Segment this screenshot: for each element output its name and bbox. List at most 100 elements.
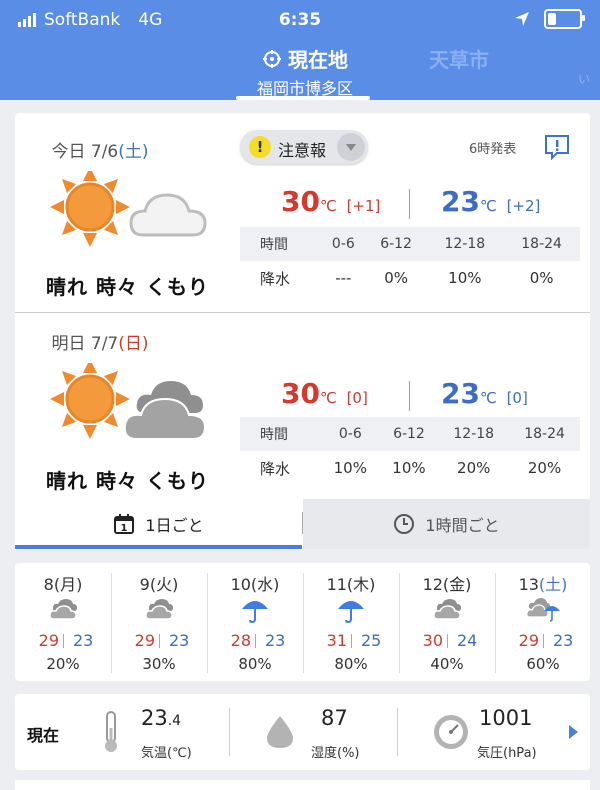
week-high: 31 bbox=[326, 631, 347, 650]
today-precip-table: 時間 0-6 6-12 12-18 18-24 降水 --- 0% 10% 0% bbox=[240, 227, 580, 295]
current-conditions[interactable]: 現在 23.4 気温(℃) 87 湿度(%) 1001 気圧(hPa) bbox=[15, 694, 590, 770]
week-day-col[interactable]: 9(火) 29 23 30% bbox=[111, 563, 207, 681]
rain-cell: 0% bbox=[384, 269, 408, 287]
cloudy-icon bbox=[49, 599, 77, 620]
tomorrow-min-unit: ℃ bbox=[479, 389, 497, 407]
week-weekday: (水) bbox=[250, 575, 280, 594]
week-weekday: (木) bbox=[346, 575, 376, 594]
water-drop-icon bbox=[267, 716, 293, 748]
week-weekday: (火) bbox=[149, 575, 179, 594]
period-cell: 18-24 bbox=[503, 227, 580, 261]
week-day-number: 11 bbox=[326, 575, 347, 594]
tomorrow-min-temp: 23℃ [0] bbox=[441, 377, 528, 410]
cloudy-icon bbox=[433, 599, 461, 620]
week-day-col[interactable]: 10(水) 28 23 80% bbox=[207, 563, 303, 681]
period-cell: 18-24 bbox=[509, 417, 580, 451]
time-label: 時間 bbox=[240, 227, 321, 261]
pressure-label: 気圧(hPa) bbox=[477, 746, 537, 761]
week-weekday: (土) bbox=[538, 575, 568, 594]
week-day-col[interactable]: 12(金) 30 24 40% bbox=[399, 563, 495, 681]
today-max-value: 30 bbox=[281, 185, 320, 218]
current-divider bbox=[229, 708, 230, 756]
week-date: 11(木) bbox=[303, 571, 399, 595]
week-day-number: 13 bbox=[518, 575, 539, 594]
today-min-diff: [+2] bbox=[506, 197, 541, 215]
week-high: 28 bbox=[230, 631, 251, 650]
week-day-number: 10 bbox=[230, 575, 251, 594]
chevron-down-icon bbox=[337, 133, 365, 161]
app-header: SoftBank 4G 6:35 現在地 福岡市博多区 天草市 い bbox=[0, 0, 600, 100]
week-pop: 20% bbox=[46, 655, 80, 673]
week-high: 29 bbox=[134, 631, 155, 650]
temp-separator bbox=[543, 634, 544, 648]
tomorrow-label: 明日 bbox=[51, 334, 86, 354]
week-day-col[interactable]: 13(土) 29 23 60% bbox=[495, 563, 591, 681]
week-low: 24 bbox=[457, 631, 478, 650]
week-date: 9(火) bbox=[111, 571, 207, 595]
tomorrow-max-value: 30 bbox=[281, 377, 320, 410]
week-high: 30 bbox=[422, 631, 443, 650]
tomorrow-min-diff: [0] bbox=[506, 389, 528, 407]
week-day-col[interactable]: 8(月) 29 23 20% bbox=[15, 563, 111, 681]
location-tab-indicator bbox=[236, 96, 370, 100]
tab-daily-label: 1日ごと bbox=[145, 516, 204, 535]
info-bubble-icon[interactable] bbox=[543, 133, 571, 161]
rain-cell: 20% bbox=[457, 459, 491, 477]
alert-label: 注意報 bbox=[278, 141, 327, 160]
week-high: 29 bbox=[38, 631, 59, 650]
week-pop: 80% bbox=[334, 655, 368, 673]
tomorrow-temps: 30℃ [0] 23℃ [0] bbox=[245, 377, 585, 417]
battery-icon bbox=[544, 9, 585, 29]
current-pressure: 1001 bbox=[479, 706, 533, 730]
week-weekday: (金) bbox=[442, 575, 472, 594]
week-pop: 80% bbox=[238, 655, 272, 673]
week-high: 29 bbox=[518, 631, 539, 650]
current-temp: 23.4 bbox=[141, 706, 181, 730]
period-cell: 0-6 bbox=[321, 227, 366, 261]
week-day-number: 12 bbox=[422, 575, 443, 594]
week-low: 23 bbox=[265, 631, 286, 650]
rain-cell: 10% bbox=[333, 459, 367, 477]
week-low: 25 bbox=[361, 631, 382, 650]
tomorrow-max-unit: ℃ bbox=[319, 389, 337, 407]
temp-separator bbox=[409, 189, 410, 219]
barometer-icon bbox=[434, 715, 468, 749]
umbrella-icon bbox=[338, 601, 364, 623]
calendar-icon: 1 bbox=[114, 514, 135, 534]
tomorrow-min-value: 23 bbox=[441, 377, 480, 410]
location-tab-current[interactable]: 現在地 福岡市博多区 bbox=[230, 44, 380, 99]
issued-time: 6時発表 bbox=[469, 142, 517, 157]
period-cell: 12-18 bbox=[426, 227, 504, 261]
week-day-col[interactable]: 11(木) 31 25 80% bbox=[303, 563, 399, 681]
alert-dropdown[interactable]: ! 注意報 bbox=[240, 130, 368, 164]
current-label: 現在 bbox=[27, 726, 60, 745]
tab-daily[interactable]: 1 1日ごと bbox=[15, 499, 302, 549]
week-date: 13(土) bbox=[495, 571, 591, 595]
cloudy-icon bbox=[145, 599, 173, 620]
location-tab-amakusa[interactable]: 天草市 bbox=[404, 44, 514, 73]
today-date: 今日 7/6(土) bbox=[15, 137, 185, 162]
warning-icon: ! bbox=[249, 136, 271, 158]
today-min-temp: 23℃ [+2] bbox=[441, 185, 540, 218]
tab-hourly[interactable]: 1時間ごと bbox=[303, 499, 590, 549]
rain-label: 降水 bbox=[260, 459, 291, 478]
umbrella-icon bbox=[242, 601, 268, 623]
tomorrow-weekday: (日) bbox=[118, 334, 149, 354]
week-day-number: 9 bbox=[139, 575, 150, 594]
today-max-temp: 30℃ [+1] bbox=[281, 185, 380, 218]
weekly-forecast: 8(月) 29 23 20% 9(火) 29 23 30% 10(水) 28 2… bbox=[15, 563, 590, 681]
today-min-value: 23 bbox=[441, 185, 480, 218]
sunny-cloudy-icon bbox=[50, 171, 207, 247]
rain-cell: 20% bbox=[527, 459, 562, 477]
chevron-right-icon[interactable] bbox=[569, 725, 578, 739]
period-header-row: 時間 0-6 6-12 12-18 18-24 bbox=[240, 417, 580, 451]
today-max-diff: [+1] bbox=[346, 197, 381, 215]
tomorrow-precip-table: 時間 0-6 6-12 12-18 18-24 降水 10% 10% 20% 2… bbox=[240, 417, 580, 485]
week-pop: 40% bbox=[430, 655, 464, 673]
clock: 6:35 bbox=[278, 10, 322, 30]
temp-separator bbox=[447, 634, 448, 648]
current-temp-decimal: .4 bbox=[167, 713, 182, 729]
week-date: 12(金) bbox=[399, 571, 495, 595]
thermometer-icon bbox=[105, 711, 117, 752]
tab-active-indicator bbox=[15, 545, 302, 549]
